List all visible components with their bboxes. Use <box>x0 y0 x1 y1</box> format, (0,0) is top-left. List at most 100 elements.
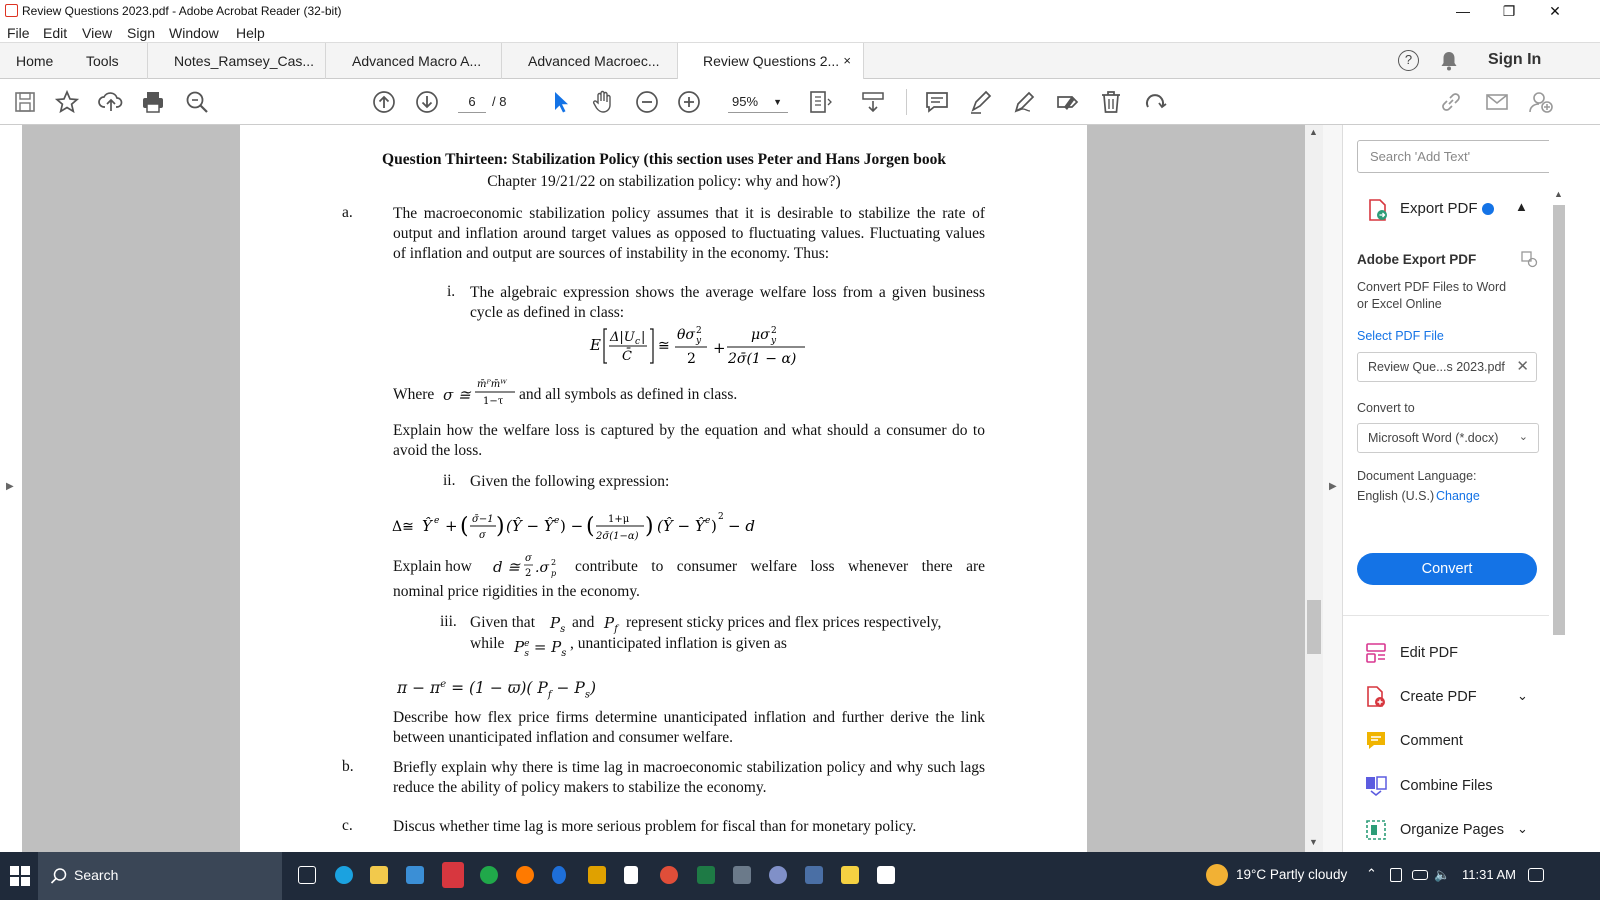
app-grey-icon[interactable] <box>733 866 751 884</box>
notifications-icon[interactable] <box>1528 868 1544 882</box>
draw-pencil-icon[interactable] <box>1012 89 1038 115</box>
tab-tools[interactable]: Tools <box>74 43 148 79</box>
app-orange-icon[interactable] <box>588 866 606 884</box>
zoom-out-icon[interactable] <box>634 89 660 115</box>
menu-edit[interactable]: Edit <box>43 25 67 41</box>
excel-icon[interactable] <box>697 866 715 884</box>
add-user-icon[interactable] <box>1528 89 1554 115</box>
menu-window[interactable]: Window <box>169 25 219 41</box>
help-icon[interactable]: ? <box>1398 50 1419 71</box>
close-window-button[interactable]: ✕ <box>1532 0 1578 22</box>
hand-tool-icon[interactable] <box>590 89 616 115</box>
save-icon[interactable] <box>12 89 38 115</box>
onedrive-icon[interactable] <box>1390 868 1402 882</box>
select-pdf-file-link[interactable]: Select PDF File <box>1357 329 1444 343</box>
sign-in-button[interactable]: Sign In <box>1488 51 1541 69</box>
fill-sign-icon[interactable] <box>1055 89 1081 115</box>
close-tab-button[interactable]: × <box>843 43 851 79</box>
acrobat-taskbar-icon[interactable] <box>442 862 464 888</box>
zoom-in-icon[interactable] <box>676 89 702 115</box>
svg-text:2: 2 <box>551 558 556 567</box>
edge-browser-icon[interactable] <box>335 866 353 884</box>
bluetooth-icon[interactable] <box>552 866 566 884</box>
tab-document-advanced-macroec[interactable]: Advanced Macroec... <box>502 43 678 79</box>
bookmark-star-icon[interactable] <box>54 89 80 115</box>
collapse-right-panel-icon[interactable]: ▶ <box>1329 481 1337 492</box>
task-view-icon[interactable] <box>298 866 316 884</box>
menu-help[interactable]: Help <box>236 25 265 41</box>
item-label-a: a. <box>342 204 353 221</box>
right-panel-scroll-thumb[interactable] <box>1553 205 1565 635</box>
weather-text[interactable]: 19°C Partly cloudy <box>1236 867 1347 882</box>
volume-icon[interactable]: 🔈 <box>1434 867 1450 883</box>
menu-view[interactable]: View <box>82 25 112 41</box>
zoom-search-icon[interactable] <box>184 89 210 115</box>
taskbar-clock[interactable]: 11:31 AM <box>1462 867 1516 882</box>
expand-chevron-down-icon[interactable]: ⌄ <box>1517 688 1528 704</box>
collapse-chevron-up-icon[interactable]: ▲ <box>1515 199 1528 214</box>
firefox-icon[interactable] <box>516 866 534 884</box>
chrome-icon[interactable] <box>660 866 678 884</box>
search-tools-input[interactable]: Search 'Add Text' <box>1357 140 1553 173</box>
taskbar-search-box[interactable]: Search <box>38 852 282 900</box>
calculator-icon[interactable] <box>877 866 895 884</box>
share-upload-icon[interactable] <box>98 89 124 115</box>
notification-bell-icon[interactable] <box>1440 51 1458 71</box>
tab-document-review-questions[interactable]: Review Questions 2... × <box>678 43 864 80</box>
svg-text:): ) <box>711 517 717 535</box>
expand-chevron-down-icon[interactable]: ⌄ <box>1517 821 1528 837</box>
premium-badge-icon <box>1482 203 1494 215</box>
remote-desktop-icon[interactable] <box>805 866 823 884</box>
show-hidden-icons-chevron-icon[interactable]: ⌃ <box>1366 866 1377 882</box>
battery-icon[interactable] <box>1412 870 1428 880</box>
adobe-export-pdf-heading: Adobe Export PDF <box>1357 252 1477 267</box>
r-app-icon[interactable] <box>769 866 787 884</box>
convert-to-label: Convert to <box>1357 401 1415 415</box>
comment-tool-icon <box>1367 732 1385 749</box>
tab-document-notes-ramsey[interactable]: Notes_Ramsey_Cas... <box>148 43 326 79</box>
scroll-up-icon[interactable]: ▲ <box>1554 189 1563 199</box>
restore-button[interactable]: ❐ <box>1486 0 1532 22</box>
chart-app-icon[interactable] <box>841 866 859 884</box>
app-green-icon[interactable] <box>480 866 498 884</box>
tab-home[interactable]: Home <box>4 43 70 79</box>
share-link-icon[interactable] <box>1438 89 1464 115</box>
scroll-up-icon[interactable]: ▲ <box>1309 127 1318 137</box>
tab-document-advanced-macro-a[interactable]: Advanced Macro A... <box>326 43 502 79</box>
svg-text:1+μ: 1+μ <box>608 514 630 525</box>
document-app-icon[interactable] <box>624 866 638 884</box>
export-pdf-title[interactable]: Export PDF <box>1400 200 1478 217</box>
right-panel-scrollbar[interactable]: ▲ <box>1549 125 1568 852</box>
previous-page-icon[interactable] <box>371 89 397 115</box>
page-number-input[interactable]: 6 <box>458 91 486 113</box>
scroll-down-icon[interactable]: ▼ <box>1309 837 1318 847</box>
fit-page-icon[interactable] <box>808 89 834 115</box>
highlight-pen-icon[interactable] <box>968 89 994 115</box>
item-c-text: Discus whether time lag is more serious … <box>393 818 917 835</box>
expand-left-panel-icon[interactable]: ▶ <box>6 481 14 492</box>
menu-file[interactable]: File <box>7 25 30 41</box>
change-language-link[interactable]: Change <box>1436 489 1480 503</box>
next-page-icon[interactable] <box>414 89 440 115</box>
delete-trash-icon[interactable] <box>1098 89 1124 115</box>
svg-text:(: ( <box>586 514 595 539</box>
scroll-mode-icon[interactable] <box>860 89 886 115</box>
minimize-button[interactable]: — <box>1440 0 1486 22</box>
document-scrollbar[interactable]: ▲ ▼ <box>1305 125 1323 852</box>
tool-edit-pdf-label: Edit PDF <box>1400 645 1459 661</box>
convert-format-dropdown[interactable]: Microsoft Word (*.docx) ⌄ <box>1357 423 1539 453</box>
menu-sign[interactable]: Sign <box>127 25 155 41</box>
email-icon[interactable] <box>1484 89 1510 115</box>
windows-start-icon[interactable] <box>10 866 30 886</box>
mail-icon[interactable] <box>406 866 424 884</box>
rotate-undo-icon[interactable] <box>1142 89 1168 115</box>
zoom-level-dropdown[interactable]: 95% ▼ <box>728 91 788 113</box>
select-cursor-icon[interactable] <box>548 89 574 115</box>
convert-button[interactable]: Convert <box>1357 553 1537 585</box>
scrollbar-thumb[interactable] <box>1307 600 1321 654</box>
file-explorer-icon[interactable] <box>370 866 388 884</box>
remove-file-icon[interactable]: ✕ <box>1516 357 1529 375</box>
item-iii-line-1: Given that Ps and Pf represent sticky pr… <box>470 613 985 635</box>
print-icon[interactable] <box>140 89 166 115</box>
comment-icon[interactable] <box>924 89 950 115</box>
